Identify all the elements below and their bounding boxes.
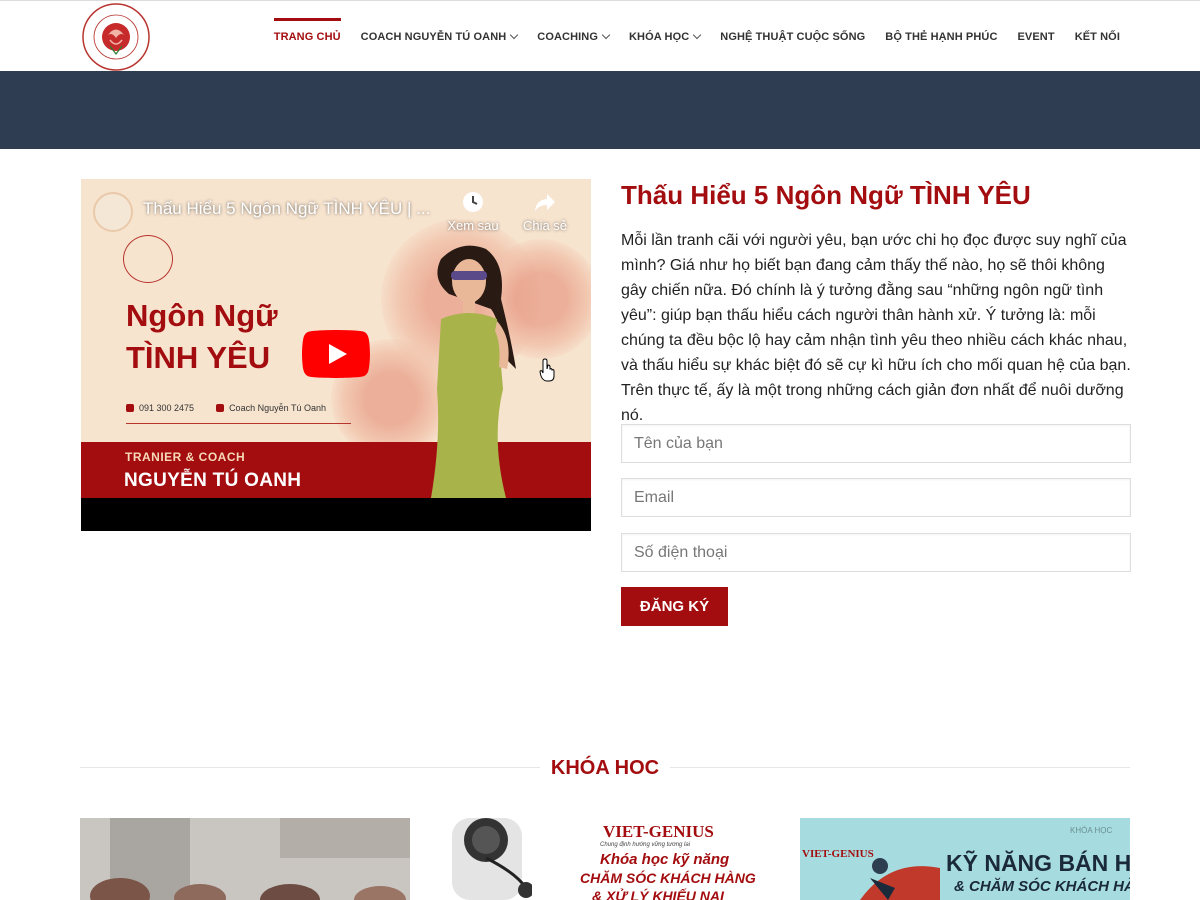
play-button-icon[interactable]	[302, 330, 370, 378]
nav-item-home[interactable]: TRANG CHỦ	[264, 1, 351, 72]
nav-item-happiness-cards[interactable]: BỘ THẺ HẠNH PHÚC	[875, 1, 1007, 72]
nav-item-art-of-living[interactable]: NGHỆ THUẬT CUỘC SỐNG	[710, 1, 875, 72]
article-headline: Thấu Hiểu 5 Ngôn Ngữ TÌNH YÊU	[621, 180, 1031, 210]
name-field[interactable]	[621, 424, 1131, 463]
share-button[interactable]: Chia sẻ	[515, 191, 575, 233]
main-nav: TRANG CHỦ COACH NGUYỄN TÚ OANH COACHING …	[264, 1, 1130, 72]
divider	[126, 423, 351, 424]
course-label: KHÓA HỌC	[1070, 826, 1113, 835]
register-button[interactable]: ĐĂNG KÝ	[621, 587, 728, 626]
chevron-down-icon	[693, 30, 702, 39]
clock-icon	[463, 192, 483, 212]
article-body: Mỗi lần tranh cãi với người yêu, bạn ước…	[621, 232, 1131, 424]
course-title-line3: & XỬ LÝ KHIẾU NẠI	[592, 888, 724, 900]
watch-later-label: Xem sau	[447, 218, 499, 233]
course-card-1[interactable]	[80, 818, 410, 900]
nav-item-coach[interactable]: COACH NGUYỄN TÚ OANH	[351, 1, 528, 72]
site-logo[interactable]	[80, 2, 152, 72]
phone-field[interactable]	[621, 533, 1131, 572]
headset-image	[452, 818, 532, 900]
course-brand: VIET-GENIUS	[802, 848, 874, 860]
section-title: KHÓA HOC	[550, 757, 660, 779]
thumbnail-title: Ngôn Ngữ TÌNH YÊU	[126, 298, 278, 375]
channel-avatar[interactable]	[93, 192, 133, 232]
thumbnail-logo	[123, 235, 173, 283]
course-title-line2: & CHĂM SÓC KHÁCH HÀNG	[954, 878, 1130, 895]
phone-text: 091 300 2475	[126, 403, 194, 413]
youtube-video-embed[interactable]: Ngôn Ngữ TÌNH YÊU 091 300 2475 Coach Ngu…	[81, 179, 591, 531]
trainer-name: NGUYỄN TÚ OANH	[124, 470, 302, 491]
course-tagline: Chung định hướng vững tương lai	[600, 842, 691, 848]
course-card-3[interactable]: KHÓA HỌC VIET-GENIUS KỸ NĂNG BÁN HÀNG & …	[800, 818, 1130, 900]
watch-later-button[interactable]: Xem sau	[443, 191, 503, 233]
course-brand: VIET-GENIUS	[603, 822, 714, 841]
share-arrow-icon	[535, 194, 555, 211]
presenter-photo	[431, 245, 516, 498]
nav-item-event[interactable]: EVENT	[1008, 1, 1065, 72]
nav-item-courses[interactable]: KHÓA HỌC	[619, 1, 710, 72]
course-title-line1: Khóa học kỹ năng	[600, 851, 730, 868]
chevron-down-icon	[601, 30, 611, 39]
video-title[interactable]: Thấu Hiểu 5 Ngôn Ngữ TÌNH YÊU | ...	[143, 199, 430, 219]
course-card-2[interactable]: VIET-GENIUS Chung định hướng vững tương …	[440, 818, 770, 900]
facebook-text: Coach Nguyễn Tú Oanh	[216, 403, 326, 413]
course-photo	[80, 818, 410, 900]
section-divider-left	[80, 767, 540, 768]
trainer-role: TRANIER & COACH	[125, 450, 246, 464]
course-title-line2: CHĂM SÓC KHÁCH HÀNG	[580, 870, 756, 886]
share-label: Chia sẻ	[522, 218, 568, 233]
site-header: TRANG CHỦ COACH NGUYỄN TÚ OANH COACHING …	[0, 0, 1200, 71]
email-field[interactable]	[621, 478, 1131, 517]
page-banner	[0, 71, 1200, 149]
nav-item-coaching[interactable]: COACHING	[527, 1, 619, 72]
hand-cursor-icon	[539, 358, 555, 382]
chevron-down-icon	[510, 30, 519, 39]
thumbnail-contact: 091 300 2475 Coach Nguyễn Tú Oanh	[126, 403, 326, 413]
section-divider-right	[670, 767, 1130, 768]
nav-item-connect[interactable]: KẾT NỐI	[1065, 1, 1130, 72]
course-title-line1: KỸ NĂNG BÁN HÀNG	[946, 850, 1130, 876]
